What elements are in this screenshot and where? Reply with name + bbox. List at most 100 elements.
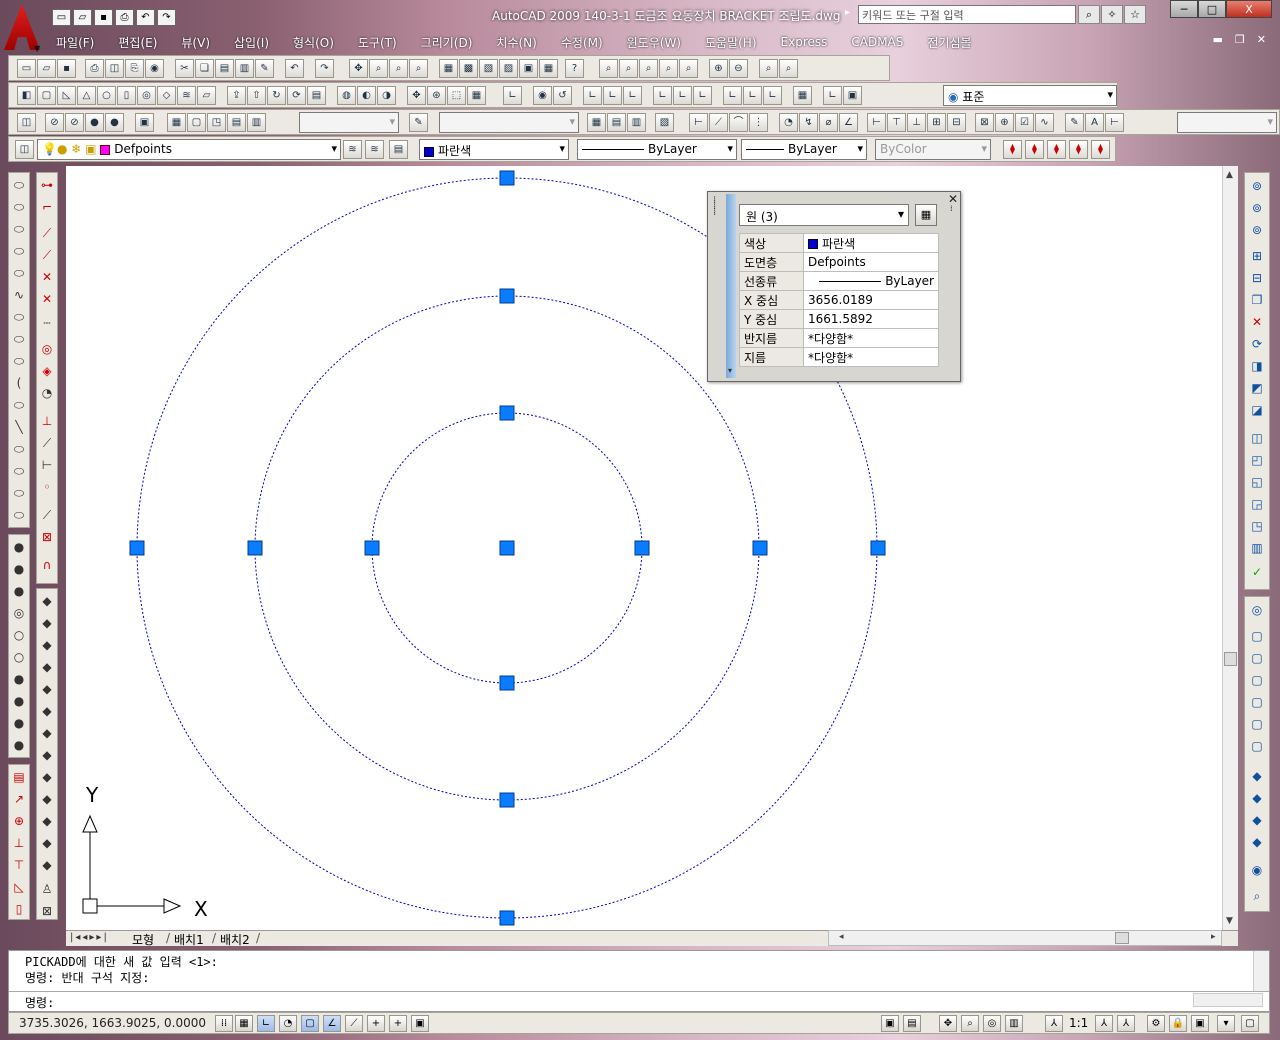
text-style-dropdown[interactable] <box>439 112 579 133</box>
palette-side-bar[interactable] <box>726 194 736 378</box>
layer-manager-icon[interactable]: ◫ <box>17 113 36 132</box>
properties-icon[interactable]: ▦ <box>439 59 458 78</box>
revolve-icon[interactable]: ⟳ <box>287 86 306 105</box>
tool-a1-icon[interactable]: ⬭ <box>11 177 27 193</box>
property-value[interactable]: Defpoints <box>803 252 939 272</box>
tool-d13-icon[interactable]: ⊢ <box>39 457 55 473</box>
menu-electric-symbol[interactable]: 전기심볼 <box>915 34 983 51</box>
tool-a5-icon[interactable]: ⬭ <box>11 265 27 281</box>
tool-d11-icon[interactable]: ⊥ <box>39 413 55 429</box>
box-icon[interactable]: ▢ <box>37 86 56 105</box>
grip-outer-left[interactable] <box>129 540 145 556</box>
command-prompt[interactable]: 명령: <box>25 994 54 1011</box>
undo-icon[interactable]: ↶ <box>136 9 155 26</box>
save-file-icon[interactable]: ▪ <box>57 59 76 78</box>
sphere-icon[interactable]: ○ <box>97 86 116 105</box>
3d-array-icon[interactable]: ▦ <box>467 86 486 105</box>
lock-icon[interactable]: 🔒 <box>1169 1015 1187 1032</box>
new-icon[interactable]: ▭ <box>52 9 71 26</box>
3d-move-icon[interactable]: ✥ <box>407 86 426 105</box>
coordinates-readout[interactable]: 3735.3026, 1663.9025, 0.0000 <box>19 1016 206 1030</box>
palette-options-icon[interactable]: ⁞ <box>950 204 953 213</box>
dim-jogged-icon[interactable]: ↯ <box>799 113 818 132</box>
tool-e3-icon[interactable]: ◆ <box>39 637 55 653</box>
tool-s9-icon[interactable]: ◆ <box>1248 789 1266 807</box>
tool-d1-icon[interactable]: ⊶ <box>39 177 55 193</box>
matchprop-icon[interactable]: ✎ <box>255 59 274 78</box>
dim-aligned-icon[interactable]: ⟋ <box>709 113 728 132</box>
layer-dropdown[interactable]: 💡● ❄ ▣ Defpoints <box>37 139 341 160</box>
grip-middle-bottom[interactable] <box>499 792 515 808</box>
ucs-previous-icon[interactable]: ↺ <box>553 86 572 105</box>
annotation-scale-icon[interactable]: ⅄ <box>1045 1015 1063 1032</box>
tool-e15-icon[interactable]: ⊠ <box>39 903 55 919</box>
tool-b7-icon[interactable]: ● <box>11 671 27 687</box>
object-snap-icon[interactable]: ▢ <box>301 1015 319 1032</box>
dim-diameter-icon[interactable]: ⌀ <box>819 113 838 132</box>
tool-e13-icon[interactable]: ◆ <box>39 857 55 873</box>
property-row[interactable]: 색상 파란색 <box>739 233 939 253</box>
tool-b8-icon[interactable]: ● <box>11 693 27 709</box>
dim-continue-icon[interactable]: ⊥ <box>907 113 926 132</box>
plot-preview-icon[interactable]: ◫ <box>105 59 124 78</box>
planar-surface-icon[interactable]: ▱ <box>197 86 216 105</box>
tool-s5-icon[interactable]: ▢ <box>1248 693 1266 711</box>
lineweight-dropdown[interactable]: ByLayer <box>741 139 867 160</box>
command-hscroll[interactable] <box>1193 993 1263 1007</box>
markup-icon[interactable]: ▣ <box>519 59 538 78</box>
magnet-icon[interactable]: ∩ <box>39 557 55 573</box>
tool-d6-icon[interactable]: ✕ <box>39 291 55 307</box>
tool-a10-icon[interactable]: ( <box>11 375 27 391</box>
palette-expand-icon[interactable]: ▾ <box>728 366 732 375</box>
dim-edit-icon[interactable]: ✎ <box>1065 113 1084 132</box>
tab-model[interactable]: 모형 <box>132 931 154 948</box>
calculator-icon[interactable]: ▦ <box>539 59 558 78</box>
linetype-dropdown[interactable]: ByLayer <box>577 139 737 160</box>
menu-edit[interactable]: 편집(E) <box>106 34 169 51</box>
zoom-status-icon[interactable]: ⌕ <box>961 1015 979 1032</box>
sweep-icon[interactable]: ↻ <box>267 86 286 105</box>
ucs-view-icon[interactable]: ∟ <box>623 86 642 105</box>
doc-restore-icon[interactable]: ❐ <box>1235 33 1245 46</box>
realistic-icon[interactable]: ● <box>85 113 104 132</box>
tool-e12-icon[interactable]: ◆ <box>39 835 55 851</box>
tool-e2-icon[interactable]: ◆ <box>39 615 55 631</box>
grip-inner-top[interactable] <box>499 405 515 421</box>
app-menu-arrow-icon[interactable]: ▼ <box>34 44 40 53</box>
tool-a15-icon[interactable]: ⬭ <box>11 485 27 501</box>
tool-r14-icon[interactable]: ◱ <box>1248 473 1266 491</box>
tool-palettes-icon[interactable]: ▧ <box>479 59 498 78</box>
inspection-icon[interactable]: ☑ <box>1015 113 1034 132</box>
favorites-star-icon[interactable]: ☆ <box>1124 5 1146 24</box>
tool-c7-icon[interactable]: ▯ <box>11 901 27 917</box>
layout-icon[interactable]: ▤ <box>903 1015 921 1032</box>
tool-r17-icon[interactable]: ▥ <box>1248 539 1266 557</box>
tool-a16-icon[interactable]: ⬭ <box>11 507 27 523</box>
tool-s8-icon[interactable]: ◆ <box>1248 767 1266 785</box>
tool-c5-icon[interactable]: ⊤ <box>11 857 27 873</box>
tool-c6-icon[interactable]: ◺ <box>11 879 27 895</box>
tool-e5-icon[interactable]: ◆ <box>39 681 55 697</box>
menu-view[interactable]: 뷰(V) <box>169 34 222 51</box>
menu-format[interactable]: 형식(O) <box>281 34 346 51</box>
viewport-scale-icon[interactable]: ▥ <box>247 113 266 132</box>
dim-radius-icon[interactable]: ◔ <box>779 113 798 132</box>
tool-a9-icon[interactable]: ⬭ <box>11 353 27 369</box>
ucs-named-icon[interactable]: ∟ <box>823 86 842 105</box>
ucs-y-icon[interactable]: ∟ <box>743 86 762 105</box>
property-row[interactable]: 지름 *다양함* <box>739 347 939 367</box>
tool-c4-icon[interactable]: ⊥ <box>11 835 27 851</box>
property-value[interactable]: 파란색 <box>803 233 939 253</box>
publish-icon[interactable]: ⎘ <box>125 59 144 78</box>
3d-align-icon[interactable]: ⬚ <box>447 86 466 105</box>
paste-icon[interactable]: ▤ <box>215 59 234 78</box>
zoom-realtime-icon[interactable]: ⌕ <box>369 59 388 78</box>
help-icon[interactable]: ? <box>565 59 584 78</box>
property-value[interactable]: *다양함* <box>803 328 939 348</box>
menu-help[interactable]: 도움말(H) <box>693 34 769 51</box>
tool-r12-icon[interactable]: ◫ <box>1248 429 1266 447</box>
render-icon[interactable]: ● <box>105 113 124 132</box>
ucs-z-icon[interactable]: ∟ <box>763 86 782 105</box>
intersect-icon[interactable]: ◑ <box>377 86 396 105</box>
zoom-window-icon[interactable]: ⌕ <box>389 59 408 78</box>
